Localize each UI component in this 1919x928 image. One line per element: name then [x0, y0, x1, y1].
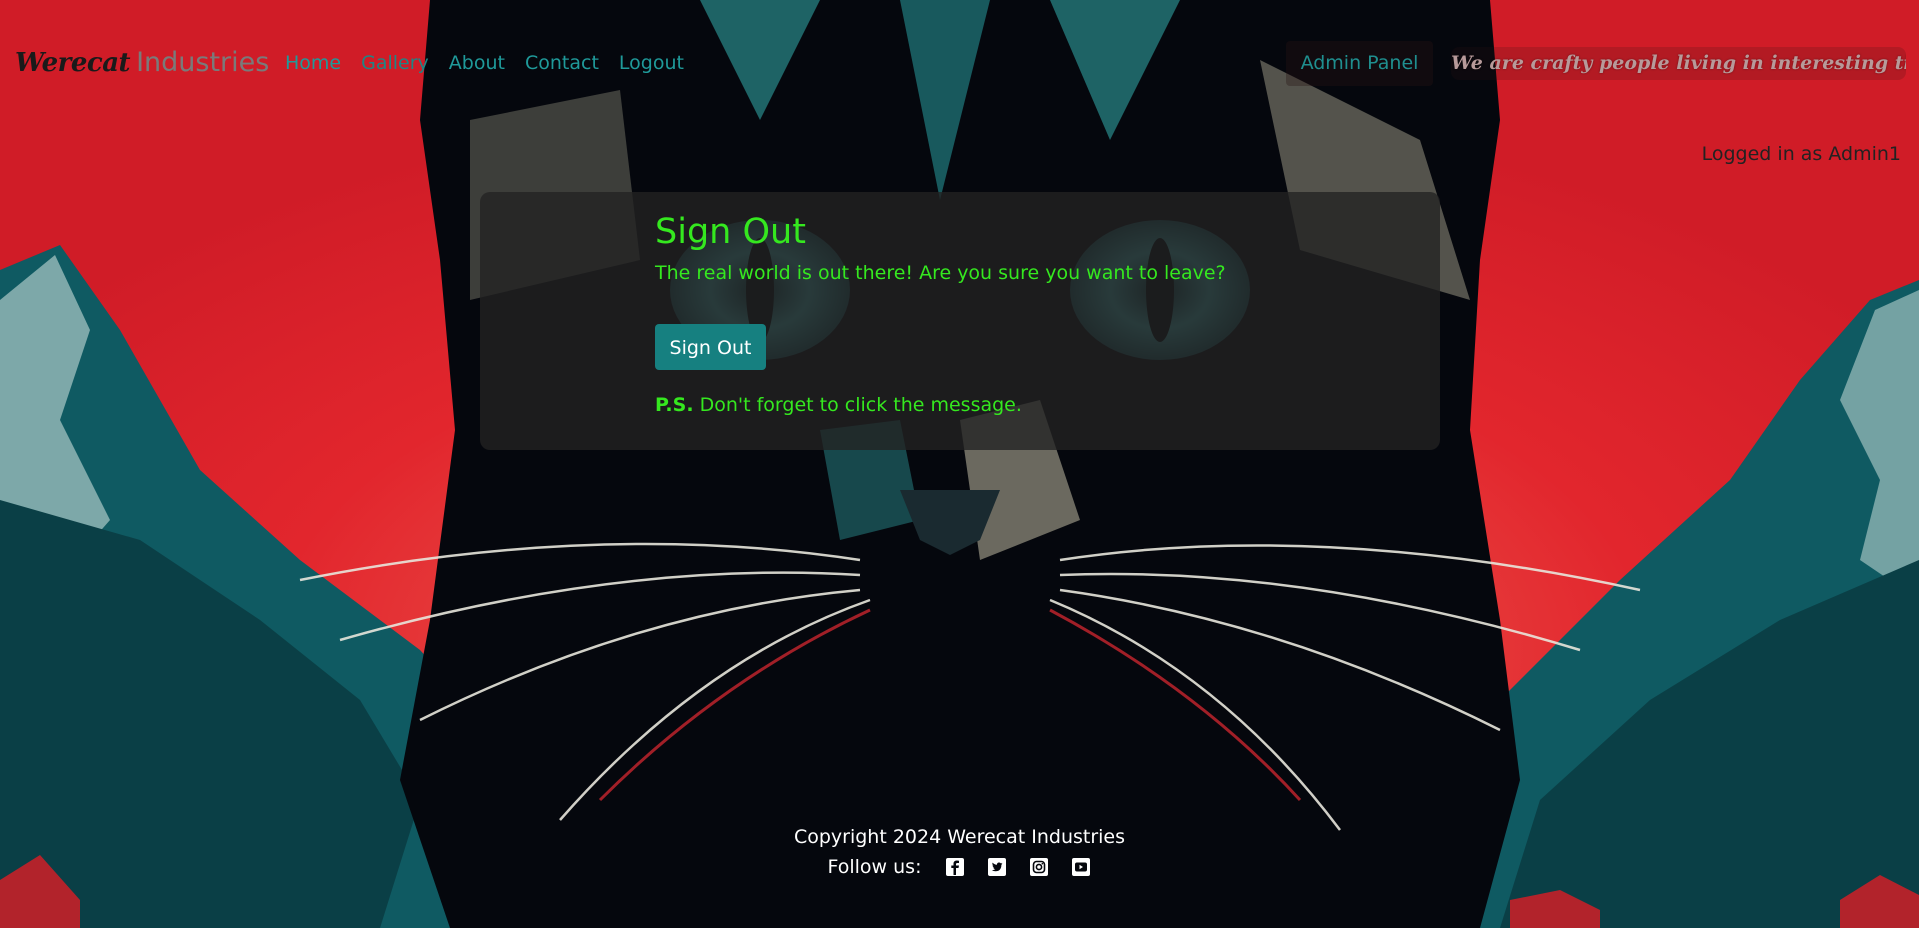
follow-us: Follow us: [0, 854, 1919, 880]
youtube-icon[interactable] [1071, 857, 1091, 877]
sign-out-button[interactable]: Sign Out [655, 324, 766, 370]
copyright-text: Copyright 2024 Werecat Industries [793, 826, 1126, 848]
instagram-icon[interactable] [1029, 857, 1049, 877]
ps-message[interactable]: P.S. Don't forget to click the message. [655, 392, 1226, 418]
brand-logo[interactable]: Werecat Industries [15, 46, 269, 80]
logged-in-status: Logged in as Admin1 [1701, 143, 1901, 165]
nav-link-logout[interactable]: Logout [619, 49, 684, 77]
nav-link-about[interactable]: About [449, 49, 505, 77]
admin-panel-button[interactable]: Admin Panel [1286, 41, 1433, 86]
facebook-icon[interactable] [945, 857, 965, 877]
ps-prefix: P.S. [655, 394, 694, 416]
signout-message: The real world is out there! Are you sur… [655, 262, 1226, 284]
nav-link-gallery[interactable]: Gallery [361, 49, 429, 77]
nav-link-contact[interactable]: Contact [525, 49, 599, 77]
follow-us-label: Follow us: [827, 856, 922, 878]
signout-card: Sign Out The real world is out there! Ar… [480, 192, 1440, 450]
signout-card-content: Sign Out The real world is out there! Ar… [655, 210, 1226, 418]
navbar: Werecat Industries Home Gallery About Con… [0, 0, 1919, 125]
brand-name-part1: Werecat [15, 48, 131, 78]
nav-links: Home Gallery About Contact Logout [285, 49, 684, 77]
footer: Copyright 2024 Werecat Industries Follow… [0, 824, 1919, 880]
twitter-icon[interactable] [987, 857, 1007, 877]
background-artwork [0, 0, 1919, 928]
tagline: We are crafty people living in interesti… [1451, 47, 1906, 80]
ps-text: Don't forget to click the message. [699, 394, 1022, 416]
nav-link-home[interactable]: Home [285, 49, 341, 77]
brand-name-part2: Industries [136, 47, 270, 78]
page-title: Sign Out [655, 212, 806, 252]
